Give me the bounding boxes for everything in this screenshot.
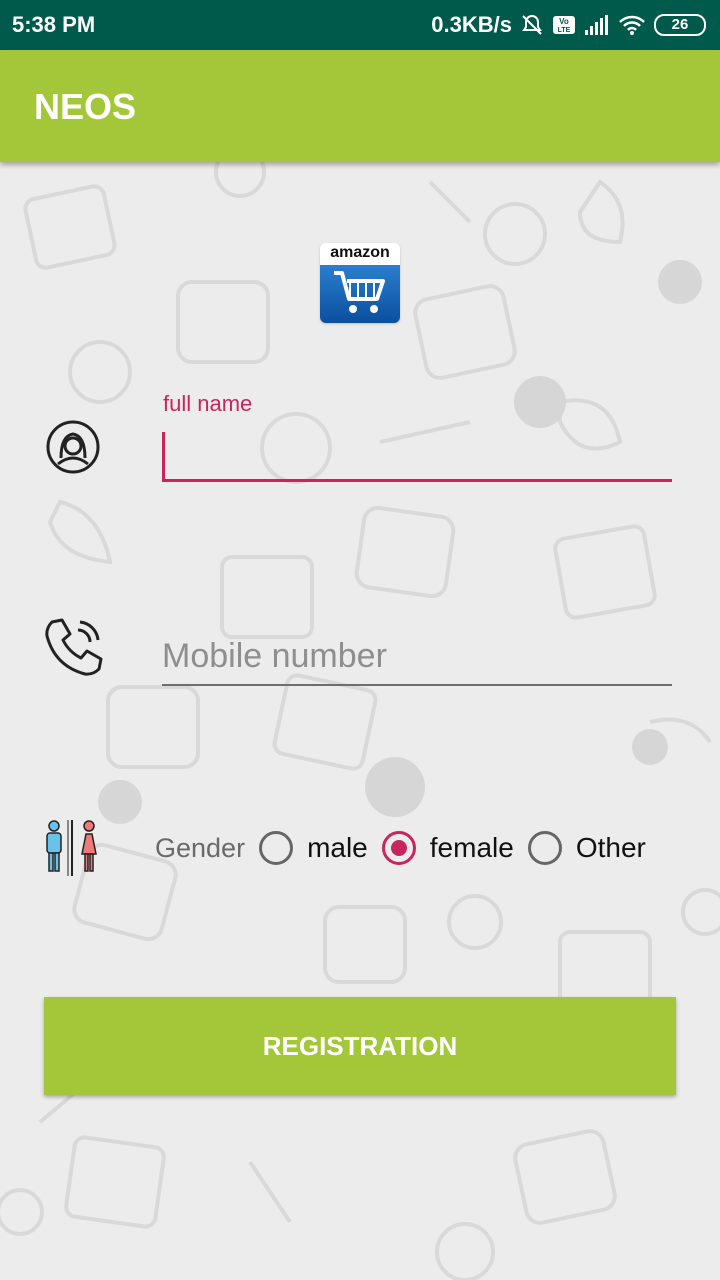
logo-text: amazon [320, 243, 400, 265]
shopping-cart-icon [320, 265, 400, 323]
mobile-number-input[interactable] [162, 628, 672, 686]
mute-icon [520, 13, 544, 37]
female-label: female [429, 832, 514, 863]
status-bar: 5:38 PM 0.3KB/s Vo LTE 26 [0, 0, 720, 50]
svg-text:LTE: LTE [558, 27, 571, 34]
battery-icon: 26 [654, 14, 706, 36]
app-bar: NEOS [0, 50, 720, 162]
other-radio[interactable] [527, 831, 562, 865]
status-time: 5:38 PM [12, 12, 96, 37]
status-icons: 0.3KB/s Vo LTE 26 [431, 12, 706, 38]
svg-text:Vo: Vo [559, 17, 569, 26]
male-label: male [307, 832, 368, 863]
registration-button[interactable]: REGISTRATION [44, 997, 676, 1095]
gender-label: Gender [155, 832, 246, 863]
network-speed: 0.3KB/s [431, 12, 512, 37]
gender-option-female[interactable]: female [381, 831, 514, 865]
wifi-icon [618, 14, 646, 36]
person-icon [45, 418, 101, 481]
text-cursor [162, 432, 165, 480]
app-title: NEOS [34, 86, 137, 127]
female-radio[interactable] [381, 831, 416, 865]
full-name-input[interactable] [162, 432, 672, 482]
full-name-label: full name [163, 391, 253, 416]
gender-option-other[interactable]: Other [527, 831, 646, 865]
phone-icon [42, 616, 104, 683]
restroom-icon [42, 818, 102, 883]
registration-form: amazon full name Mobile number Gender ma… [0, 162, 720, 1280]
gender-radio-group: Gender male female Other [155, 827, 646, 869]
amazon-logo: amazon [320, 243, 400, 323]
male-radio[interactable] [259, 831, 294, 865]
volte-icon: Vo LTE [552, 13, 576, 37]
signal-icon [584, 14, 610, 36]
gender-option-male[interactable]: male [259, 831, 368, 865]
background-pattern [0, 162, 720, 1280]
other-label: Other [575, 832, 646, 863]
